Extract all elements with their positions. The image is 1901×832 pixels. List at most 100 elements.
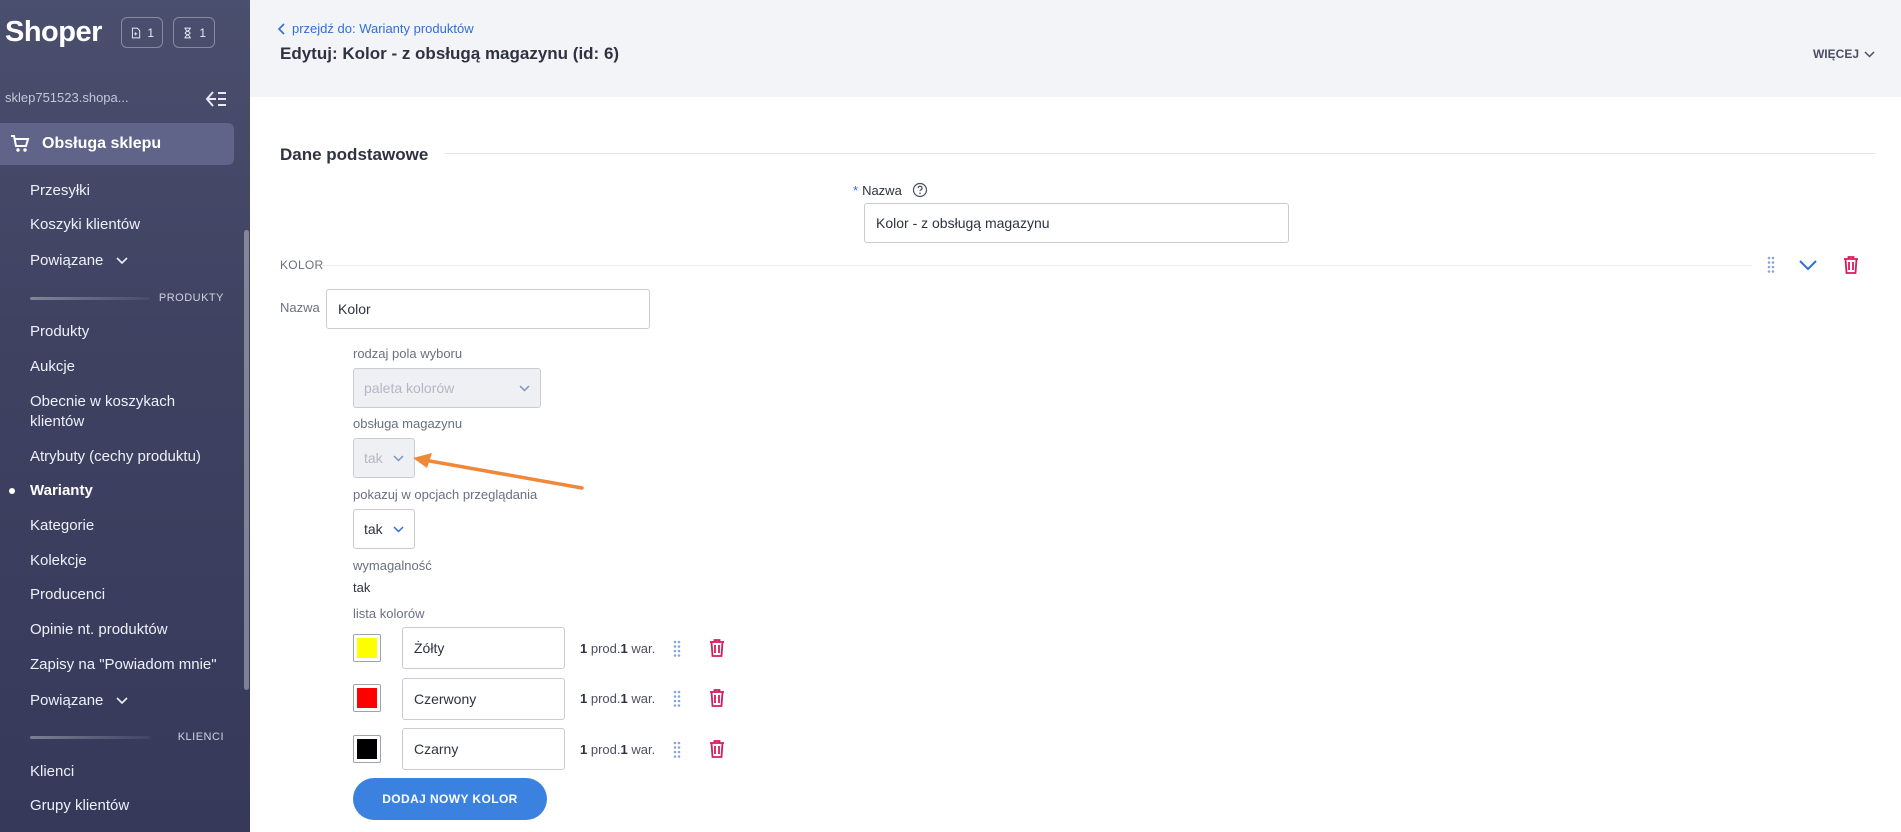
sidebar-item-opinie[interactable]: Opinie nt. produktów [30, 620, 168, 640]
prod-label: prod. [590, 742, 621, 757]
section-label-klienci: KLIENCI [177, 731, 224, 743]
sidebar-item-powiazane-produkty[interactable]: Powiązane [30, 691, 128, 711]
sidebar-scrollbar[interactable] [244, 230, 249, 690]
section-divider [30, 297, 150, 300]
page-header: przejdź do: Warianty produktów Edytuj: K… [250, 0, 1901, 97]
back-link-label: przejdź do: Warianty produktów [292, 21, 474, 36]
trash-icon[interactable] [709, 689, 725, 707]
prod-label: prod. [590, 691, 621, 706]
more-menu-button[interactable]: WIĘCEJ [1813, 47, 1875, 61]
required-label: wymagalność [353, 558, 432, 573]
sidebar-item-aukcje[interactable]: Aukcje [30, 357, 75, 377]
drag-handle-icon[interactable] [1767, 256, 1775, 274]
sidebar-item-warianty[interactable]: Warianty [30, 481, 93, 501]
chevron-down-icon [519, 384, 530, 392]
sidebar-item-kolekcje[interactable]: Kolekcje [30, 551, 87, 571]
chevron-left-icon [278, 22, 285, 35]
prod-count: 1 [580, 742, 588, 757]
sidebar-item-obecnie-w-koszykach[interactable]: Obecnie w koszykach klientów [30, 392, 210, 432]
color-name-input[interactable]: Czarny [402, 728, 565, 770]
color-name-input[interactable]: Żółty [402, 627, 565, 669]
sidebar-item-powiazane[interactable]: Powiązane [30, 251, 128, 271]
section-divider [30, 736, 150, 739]
cart-icon [11, 135, 30, 152]
war-label: war. [631, 641, 656, 656]
required-mark: * [853, 182, 859, 198]
group-name-label: Nazwa [280, 300, 320, 315]
page-icon [131, 27, 141, 38]
name-input[interactable]: Kolor - z obsługą magazynu [864, 203, 1289, 243]
pending-count: 1 [199, 25, 206, 40]
help-icon[interactable] [912, 182, 928, 198]
add-color-button[interactable]: DODAJ NOWY KOLOR [353, 778, 547, 820]
hourglass-icon [184, 27, 191, 38]
sidebar: Shoper 1 1 sklep751523.shopa... Obsługa … [0, 0, 250, 832]
pages-badge[interactable]: 1 [121, 17, 163, 48]
chevron-down-icon [1864, 50, 1875, 58]
color-swatch [357, 688, 377, 708]
chevron-down-icon [393, 454, 404, 462]
war-count: 1 [620, 691, 628, 706]
stock-dropdown[interactable]: tak [353, 438, 415, 478]
show-value: tak [364, 521, 383, 537]
pending-badge[interactable]: 1 [173, 17, 215, 48]
sidebar-item-atrybuty[interactable]: Atrybuty (cechy produktu) [30, 447, 201, 467]
color-swatch-picker[interactable] [353, 684, 381, 712]
select-type-label: rodzaj pola wyboru [353, 346, 463, 361]
chevron-down-icon [393, 525, 404, 533]
trash-icon[interactable] [709, 639, 725, 657]
section-label-produkty: PRODUKTY [158, 292, 224, 304]
stock-label: obsługa magazynu [353, 416, 463, 431]
color-swatch-picker[interactable] [353, 735, 381, 763]
back-link[interactable]: przejdź do: Warianty produktów [278, 21, 474, 36]
drag-handle-icon[interactable] [673, 741, 681, 759]
trash-icon[interactable] [1843, 256, 1859, 274]
prod-count: 1 [580, 691, 588, 706]
war-label: war. [631, 691, 656, 706]
sidebar-item-klienci[interactable]: Klienci [30, 762, 74, 782]
section-obsluga-sklepu[interactable]: Obsługa sklepu [0, 123, 234, 165]
drag-handle-icon[interactable] [673, 640, 681, 658]
stock-value: tak [364, 450, 383, 466]
name-field-label: * Nazwa [853, 182, 928, 198]
sidebar-item-label: Powiązane [30, 692, 104, 709]
group-divider [322, 265, 1752, 266]
show-label: pokazuj w opcjach przeglądania [353, 487, 538, 502]
color-usage-count: 1 prod.1 war. [580, 691, 655, 706]
more-label: WIĘCEJ [1812, 47, 1859, 61]
sidebar-item-przesylki[interactable]: Przesyłki [30, 181, 90, 201]
color-swatch [357, 638, 377, 658]
app-logo[interactable]: Shoper [5, 16, 102, 49]
color-swatch-picker[interactable] [353, 634, 381, 662]
chevron-down-icon [115, 697, 128, 705]
sidebar-item-koszyki-klientow[interactable]: Koszyki klientów [30, 215, 140, 235]
select-type-dropdown[interactable]: paleta kolorów [353, 368, 541, 408]
page-title: Edytuj: Kolor - z obsługą magazynu (id: … [280, 44, 620, 63]
war-label: war. [631, 742, 656, 757]
name-label-text: Nazwa [862, 182, 902, 198]
chevron-down-icon[interactable] [1799, 260, 1817, 271]
prod-count: 1 [580, 641, 588, 656]
sidebar-item-kategorie[interactable]: Kategorie [30, 516, 94, 536]
sidebar-item-grupy-klientow[interactable]: Grupy klientów [30, 796, 129, 816]
sidebar-item-produkty[interactable]: Produkty [30, 322, 89, 342]
sidebar-item-label: Powiązane [30, 252, 104, 269]
colors-list-label: lista kolorów [353, 606, 425, 621]
trash-icon[interactable] [709, 740, 725, 758]
color-name-input[interactable]: Czerwony [402, 678, 565, 720]
section-title: Dane podstawowe [280, 145, 429, 164]
group-label: KOLOR [280, 258, 324, 272]
pages-count: 1 [147, 25, 154, 40]
collapse-sidebar-icon[interactable] [204, 88, 228, 110]
war-count: 1 [620, 742, 628, 757]
shop-url[interactable]: sklep751523.shopa... [5, 90, 129, 105]
required-value: tak [353, 580, 371, 595]
war-count: 1 [620, 641, 628, 656]
section-divider [445, 153, 1875, 154]
show-dropdown[interactable]: tak [353, 509, 415, 549]
group-name-input[interactable]: Kolor [326, 289, 650, 329]
drag-handle-icon[interactable] [673, 690, 681, 708]
sidebar-item-zapisy[interactable]: Zapisy na "Powiadom mnie" [30, 655, 217, 675]
sidebar-item-producenci[interactable]: Producenci [30, 585, 105, 605]
prod-label: prod. [590, 641, 621, 656]
